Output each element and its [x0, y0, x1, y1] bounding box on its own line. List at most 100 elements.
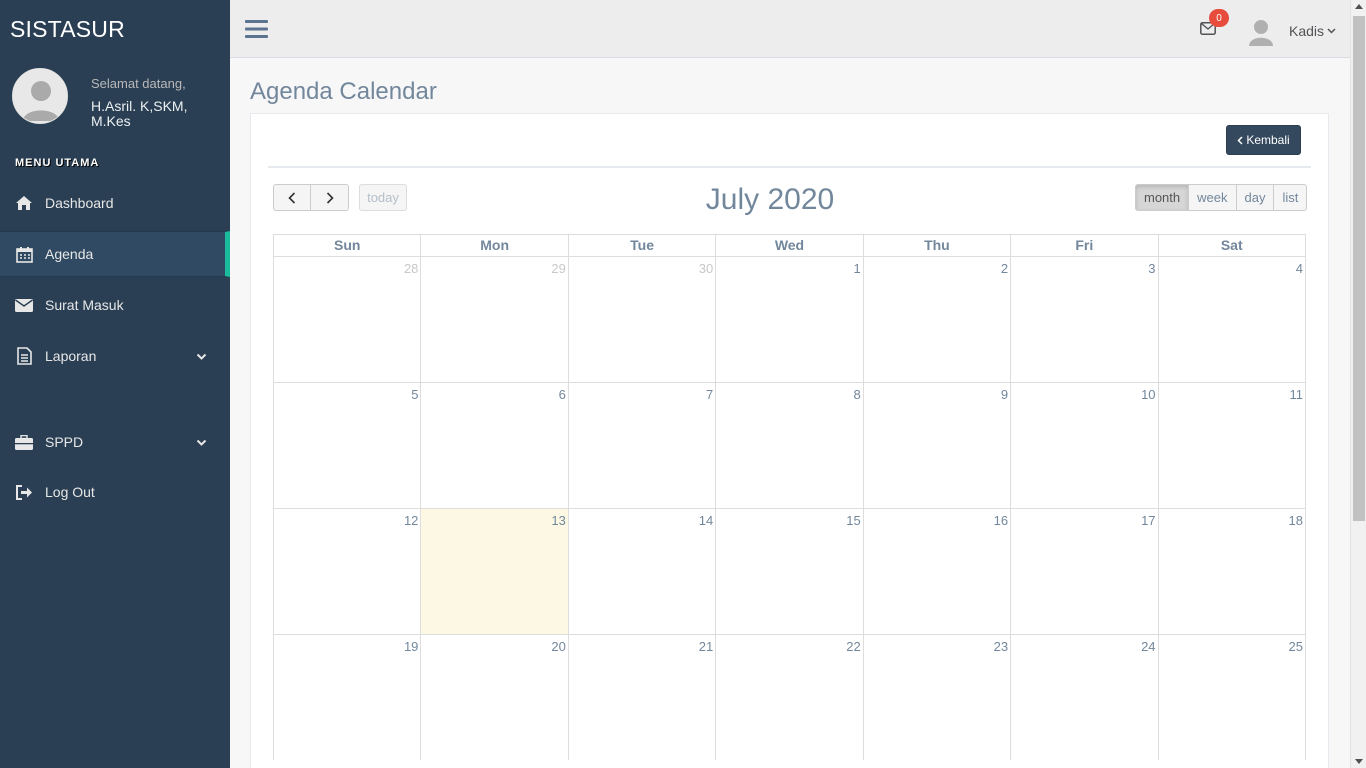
- sidebar-item-laporan[interactable]: Laporan: [0, 333, 230, 379]
- calendar-day-cell[interactable]: 28: [274, 257, 422, 382]
- day-number[interactable]: 19: [404, 639, 418, 654]
- view-day-button[interactable]: day: [1236, 184, 1275, 211]
- weekday-label: Tue: [569, 235, 717, 256]
- menu-section-title: MENU UTAMA: [15, 157, 100, 169]
- envelope-icon: [14, 295, 34, 315]
- sidebar-item-dashboard[interactable]: Dashboard: [0, 180, 230, 226]
- calendar-day-cell[interactable]: 15: [716, 509, 864, 634]
- back-button-label: Kembali: [1246, 133, 1290, 147]
- calendar-day-cell[interactable]: 22: [716, 635, 864, 760]
- day-number[interactable]: 1: [853, 261, 860, 276]
- chevron-down-icon[interactable]: [196, 348, 207, 364]
- scrollbar-thumb[interactable]: [1353, 16, 1365, 521]
- day-number[interactable]: 7: [706, 387, 713, 402]
- calendar-day-cell[interactable]: 17: [1011, 509, 1159, 634]
- calendar-day-cell[interactable]: 12: [274, 509, 422, 634]
- prev-month-button[interactable]: [273, 184, 311, 211]
- calendar-day-cell[interactable]: 6: [421, 383, 569, 508]
- calendar-day-cell[interactable]: 23: [864, 635, 1012, 760]
- day-number[interactable]: 24: [1141, 639, 1155, 654]
- sidebar-item-label: Log Out: [45, 484, 95, 500]
- chevron-left-icon: [1237, 135, 1243, 145]
- calendar-day-cell[interactable]: 1: [716, 257, 864, 382]
- calendar-day-cell[interactable]: 8: [716, 383, 864, 508]
- welcome-text: Selamat datang,: [91, 76, 186, 91]
- sidebar-item-sppd[interactable]: SPPD: [0, 419, 230, 465]
- day-number[interactable]: 6: [559, 387, 566, 402]
- calendar-day-cell[interactable]: 7: [569, 383, 717, 508]
- day-number[interactable]: 22: [846, 639, 860, 654]
- weekday-label: Sun: [274, 235, 422, 256]
- day-number[interactable]: 20: [551, 639, 565, 654]
- calendar-day-cell[interactable]: 18: [1159, 509, 1306, 634]
- brand-title[interactable]: SISTASUR: [10, 16, 125, 43]
- next-month-button[interactable]: [311, 184, 349, 211]
- day-number[interactable]: 17: [1141, 513, 1155, 528]
- calendar-day-cell[interactable]: 2: [864, 257, 1012, 382]
- sidebar-item-label: Agenda: [45, 246, 94, 262]
- view-list-button[interactable]: list: [1274, 184, 1308, 211]
- day-number[interactable]: 5: [411, 387, 418, 402]
- view-week-button[interactable]: week: [1189, 184, 1237, 211]
- home-icon: [14, 193, 34, 213]
- calendar-day-cell[interactable]: 9: [864, 383, 1012, 508]
- day-number[interactable]: 8: [853, 387, 860, 402]
- calendar-day-cell[interactable]: 30: [569, 257, 717, 382]
- calendar-day-cell[interactable]: 10: [1011, 383, 1159, 508]
- user-avatar[interactable]: [1248, 18, 1274, 46]
- notification-badge: 0: [1209, 9, 1229, 27]
- calendar-day-cell[interactable]: 29: [421, 257, 569, 382]
- sidebar-item-agenda[interactable]: Agenda: [0, 231, 230, 277]
- chevron-down-icon: [1327, 28, 1336, 34]
- calendar-day-cell[interactable]: 21: [569, 635, 717, 760]
- day-number[interactable]: 16: [994, 513, 1008, 528]
- day-number[interactable]: 2: [1001, 261, 1008, 276]
- scroll-down-arrow[interactable]: [1355, 759, 1363, 764]
- user-menu-toggle[interactable]: Kadis: [1289, 23, 1336, 39]
- view-month-button[interactable]: month: [1135, 184, 1190, 211]
- back-button[interactable]: Kembali: [1226, 125, 1301, 155]
- day-number[interactable]: 15: [846, 513, 860, 528]
- top-navbar: 0 Kadis: [230, 0, 1350, 58]
- day-number[interactable]: 25: [1288, 639, 1302, 654]
- day-number[interactable]: 30: [699, 261, 713, 276]
- calendar-day-cell[interactable]: 25: [1159, 635, 1306, 760]
- day-number[interactable]: 21: [699, 639, 713, 654]
- calendar-day-cell[interactable]: 16: [864, 509, 1012, 634]
- chevron-down-icon[interactable]: [196, 434, 207, 450]
- day-number[interactable]: 4: [1296, 261, 1303, 276]
- scroll-up-arrow[interactable]: [1355, 4, 1363, 9]
- day-number[interactable]: 29: [551, 261, 565, 276]
- profile-avatar: [12, 68, 68, 124]
- day-number[interactable]: 10: [1141, 387, 1155, 402]
- calendar-day-cell[interactable]: 19: [274, 635, 422, 760]
- day-number[interactable]: 12: [404, 513, 418, 528]
- calendar-day-cell[interactable]: 24: [1011, 635, 1159, 760]
- profile-name: H.Asril. K,SKM, M.Kes: [91, 98, 188, 129]
- today-button[interactable]: today: [359, 184, 407, 211]
- calendar-day-cell[interactable]: 20: [421, 635, 569, 760]
- menu-toggle-icon[interactable]: [245, 19, 268, 44]
- day-number[interactable]: 23: [994, 639, 1008, 654]
- calendar-day-cell[interactable]: 4: [1159, 257, 1306, 382]
- view-button-group: month week day list: [1135, 184, 1308, 211]
- chevron-right-icon: [326, 191, 334, 204]
- day-number[interactable]: 14: [699, 513, 713, 528]
- sidebar-item-surat-masuk[interactable]: Surat Masuk: [0, 282, 230, 328]
- calendar-day-cell[interactable]: 14: [569, 509, 717, 634]
- day-number[interactable]: 13: [551, 513, 565, 528]
- day-number[interactable]: 3: [1148, 261, 1155, 276]
- calendar-day-cell[interactable]: 3: [1011, 257, 1159, 382]
- sidebar-item-label: Dashboard: [45, 195, 114, 211]
- sidebar-item-log-out[interactable]: Log Out: [0, 469, 230, 515]
- day-number[interactable]: 11: [1289, 387, 1303, 402]
- day-number[interactable]: 9: [1001, 387, 1008, 402]
- weekday-label: Wed: [716, 235, 864, 256]
- calendar-day-cell[interactable]: 5: [274, 383, 422, 508]
- sidebar-item-label: SPPD: [45, 434, 84, 450]
- day-number[interactable]: 18: [1288, 513, 1302, 528]
- day-number[interactable]: 28: [404, 261, 418, 276]
- calendar-day-today[interactable]: 13: [421, 509, 569, 634]
- page-scrollbar[interactable]: [1350, 0, 1366, 768]
- calendar-day-cell[interactable]: 11: [1159, 383, 1306, 508]
